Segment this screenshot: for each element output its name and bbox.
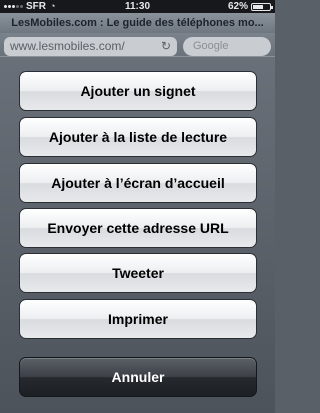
search-field[interactable]: Google xyxy=(183,37,271,56)
add-bookmark-button[interactable]: Ajouter un signet xyxy=(19,71,257,111)
battery-percent: 62% xyxy=(227,1,248,12)
url-text: www.lesmobiles.com/ xyxy=(10,39,125,53)
tweet-button[interactable]: Tweeter xyxy=(19,253,257,293)
print-button[interactable]: Imprimer xyxy=(19,299,257,339)
battery-icon xyxy=(251,2,273,11)
mail-link-button[interactable]: Envoyer cette adresse URL xyxy=(19,208,257,248)
cancel-button[interactable]: Annuler xyxy=(19,357,257,397)
add-to-home-screen-button[interactable]: Ajouter à l’écran d’accueil xyxy=(19,163,257,203)
url-field[interactable]: www.lesmobiles.com/ ↻ xyxy=(4,37,177,56)
action-sheet: Ajouter un signet Ajouter à la liste de … xyxy=(0,56,275,413)
add-to-reading-list-button[interactable]: Ajouter à la liste de lecture xyxy=(19,117,257,157)
status-right: 62% xyxy=(227,0,273,13)
reload-icon[interactable]: ↻ xyxy=(161,37,171,56)
page-title: LesMobiles.com : Le guide des téléphones… xyxy=(0,13,275,33)
status-bar: SFR ◔ 11:30 62% xyxy=(0,0,275,13)
